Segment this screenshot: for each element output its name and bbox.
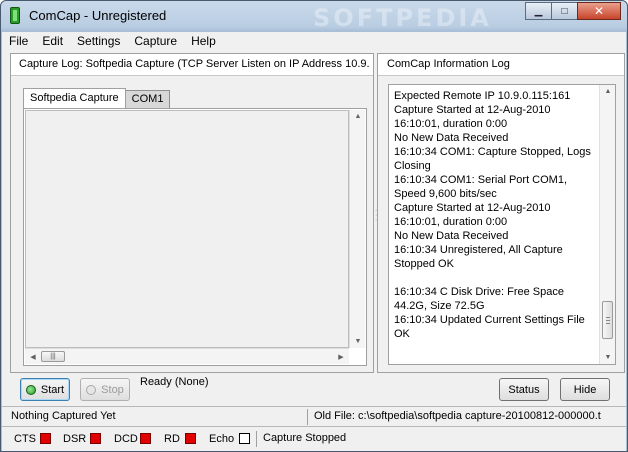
- dsr-label: DSR: [63, 433, 87, 445]
- capture-tab-body: ▲ ▼ ◀ ||| ▶: [23, 108, 367, 366]
- log-line: Capture Started at 12-Aug-2010: [394, 104, 551, 116]
- log-line: 16:10:34 COM1: Capture Stopped, Logs: [394, 146, 591, 158]
- log-line: 16:10:34 COM1: Serial Port COM1,: [394, 174, 568, 186]
- log-line: 16:10:01, duration 0:00: [394, 118, 508, 130]
- comcap-app-icon[interactable]: [10, 7, 20, 24]
- maximize-button[interactable]: □: [551, 2, 578, 20]
- scroll-left-arrow-icon[interactable]: ◀: [25, 353, 41, 361]
- capture-tabs: Softpedia Capture COM1: [23, 88, 171, 108]
- dsr-indicator-icon: [90, 433, 101, 444]
- rd-indicator-icon: [185, 433, 196, 444]
- capture-vertical-scrollbar[interactable]: ▲ ▼: [349, 110, 365, 348]
- log-line: 44.2G, Size 72.5G: [394, 300, 485, 312]
- capture-data-area[interactable]: [25, 110, 349, 348]
- log-line: No New Data Received: [394, 132, 509, 144]
- dcd-label: DCD: [114, 433, 138, 445]
- stop-button-label: Stop: [101, 383, 124, 396]
- status-bar-signals: CTS DSR DCD RD Echo Capture Stopped: [2, 426, 626, 451]
- log-line: Closing: [394, 160, 431, 172]
- menu-help[interactable]: Help: [184, 34, 223, 48]
- menu-file[interactable]: File: [2, 34, 35, 48]
- window-controls: ▁ □ ✕: [525, 2, 621, 20]
- close-button[interactable]: ✕: [577, 2, 621, 20]
- log-scroll-thumb[interactable]: [602, 301, 613, 339]
- information-log-panel: ComCap Information Log Expected Remote I…: [377, 53, 625, 373]
- log-line: Capture Started at 12-Aug-2010: [394, 202, 551, 214]
- menu-bar: File Edit Settings Capture Help: [2, 32, 626, 50]
- log-line: No New Data Received: [394, 230, 509, 242]
- menu-settings[interactable]: Settings: [70, 34, 127, 48]
- log-vertical-scrollbar[interactable]: ▲ ▼: [599, 85, 615, 364]
- log-scroll-up-arrow-icon[interactable]: ▲: [600, 88, 616, 95]
- scroll-up-arrow-icon[interactable]: ▲: [350, 113, 366, 120]
- start-button[interactable]: Start: [20, 378, 70, 401]
- window-title: ComCap - Unregistered: [29, 8, 167, 23]
- ready-status-text: Ready (None): [140, 376, 209, 388]
- old-file-path-text: Old File: c:\softpedia\softpedia capture…: [314, 410, 601, 422]
- start-button-label: Start: [40, 383, 65, 396]
- menu-edit[interactable]: Edit: [35, 34, 70, 48]
- client-area: Capture Log: Softpedia Capture (TCP Serv…: [2, 50, 626, 451]
- log-line: 16:10:01, duration 0:00: [394, 216, 508, 228]
- hide-button[interactable]: Hide: [560, 378, 610, 401]
- capture-log-panel: Capture Log: Softpedia Capture (TCP Serv…: [10, 53, 374, 373]
- information-log-box[interactable]: Expected Remote IP 10.9.0.115:161 Captur…: [388, 84, 616, 365]
- capture-status-text: Nothing Captured Yet: [11, 410, 116, 422]
- echo-indicator-icon: [239, 433, 250, 444]
- rd-label: RD: [164, 433, 180, 445]
- status-bar-files: Nothing Captured Yet Old File: c:\softpe…: [2, 406, 626, 426]
- dcd-indicator-icon: [140, 433, 151, 444]
- tab-softpedia-capture[interactable]: Softpedia Capture: [23, 88, 126, 108]
- log-line: Stopped OK: [394, 258, 454, 270]
- title-bar[interactable]: ComCap - Unregistered SOFTPEDIA ▁ □ ✕: [1, 1, 627, 32]
- log-line: Expected Remote IP 10.9.0.115:161: [394, 90, 571, 102]
- cts-label: CTS: [14, 433, 36, 445]
- log-line: 16:10:34 C Disk Drive: Free Space: [394, 286, 564, 298]
- menu-capture[interactable]: Capture: [127, 34, 184, 48]
- minimize-button[interactable]: ▁: [525, 2, 552, 20]
- log-scroll-down-arrow-icon[interactable]: ▼: [600, 354, 616, 361]
- echo-label: Echo: [209, 433, 235, 445]
- stop-button[interactable]: Stop: [80, 378, 130, 401]
- softpedia-watermark: SOFTPEDIA: [313, 4, 492, 32]
- start-indicator-icon: [25, 384, 36, 395]
- scroll-right-arrow-icon[interactable]: ▶: [333, 353, 349, 361]
- horizontal-scroll-thumb[interactable]: |||: [41, 351, 65, 362]
- main-window: ComCap - Unregistered SOFTPEDIA ▁ □ ✕ Fi…: [0, 0, 628, 452]
- stop-indicator-icon: [86, 384, 97, 395]
- status-button[interactable]: Status: [499, 378, 549, 401]
- information-log-text: Expected Remote IP 10.9.0.115:161 Captur…: [394, 89, 596, 341]
- log-line: OK: [394, 328, 410, 340]
- log-line: 16:10:34 Unregistered, All Capture: [394, 244, 563, 256]
- log-line: 16:10:34 Updated Current Settings File: [394, 314, 585, 326]
- scroll-down-arrow-icon[interactable]: ▼: [350, 338, 366, 345]
- information-log-header: ComCap Information Log: [378, 54, 624, 76]
- capture-log-header: Capture Log: Softpedia Capture (TCP Serv…: [11, 54, 373, 76]
- log-line: Speed 9,600 bits/sec: [394, 188, 497, 200]
- capture-horizontal-scrollbar[interactable]: ◀ ||| ▶: [25, 348, 349, 364]
- capture-state-text: Capture Stopped: [263, 432, 347, 444]
- tab-com1[interactable]: COM1: [124, 90, 171, 108]
- cts-indicator-icon: [40, 433, 51, 444]
